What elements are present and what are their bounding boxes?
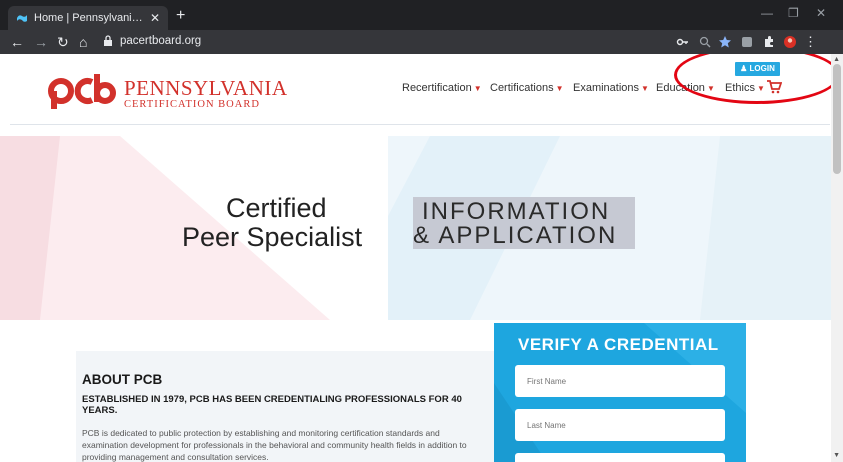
minimize-icon[interactable]: — <box>761 6 773 20</box>
caret-down-icon: ▼ <box>473 84 482 93</box>
about-body: PCB is dedicated to public protection by… <box>82 428 467 462</box>
zoom-icon[interactable] <box>698 35 712 49</box>
reload-icon[interactable]: ↻ <box>57 33 69 51</box>
logo-subtitle[interactable]: CERTIFICATION BOARD <box>124 99 260 110</box>
caret-down-icon: ▼ <box>555 84 564 93</box>
key-icon[interactable] <box>676 35 690 49</box>
browser-tab[interactable]: Home | Pennsylvania Certification ✕ <box>8 6 168 30</box>
browser-menu-icon[interactable]: ⋮ <box>804 33 817 51</box>
nav-recertification[interactable]: Recertification ▼ <box>402 82 482 94</box>
address-bar[interactable]: pacertboard.org <box>120 35 201 47</box>
new-tab-icon[interactable]: + <box>176 6 185 26</box>
hero-badge-line1: INFORMATION <box>422 198 611 225</box>
nav-examinations[interactable]: Examinations ▼ <box>573 82 649 94</box>
credential-field[interactable] <box>515 453 725 462</box>
tab-title: Home | Pennsylvania Certification <box>34 12 144 24</box>
hero-banner[interactable]: Certified Peer Specialist INFORMATION & … <box>0 136 831 320</box>
puzzle-extensions-icon[interactable] <box>762 35 776 49</box>
nav-certifications[interactable]: Certifications ▼ <box>490 82 564 94</box>
back-icon[interactable]: ← <box>10 33 24 51</box>
browser-tab-bar: Home | Pennsylvania Certification ✕ + — … <box>0 0 843 30</box>
close-window-icon[interactable]: ✕ <box>816 6 826 20</box>
pcb-logo-icon[interactable] <box>48 72 120 110</box>
scroll-down-icon[interactable]: ▼ <box>833 452 840 459</box>
scroll-up-icon[interactable]: ▲ <box>833 56 840 63</box>
forward-icon[interactable]: → <box>34 33 48 51</box>
last-name-field[interactable] <box>515 409 725 441</box>
restore-icon[interactable]: ❐ <box>788 6 799 20</box>
about-title: ABOUT PCB <box>82 372 163 387</box>
tab-close-icon[interactable]: ✕ <box>150 11 160 25</box>
scrollbar-thumb[interactable] <box>833 64 841 174</box>
home-icon[interactable]: ⌂ <box>79 33 87 51</box>
bookmark-star-icon[interactable] <box>718 35 732 49</box>
extension-icon[interactable] <box>740 35 754 49</box>
first-name-field[interactable] <box>515 365 725 397</box>
hero-title-line1: Certified <box>226 193 327 223</box>
profile-avatar-icon[interactable] <box>783 35 797 49</box>
caret-down-icon: ▼ <box>641 84 649 93</box>
nav-label: Recertification <box>402 82 472 94</box>
annotation-circle <box>674 54 840 104</box>
web-page: PENNSYLVANIA CERTIFICATION BOARD ♟ LOGIN… <box>0 54 843 462</box>
nav-label: Certifications <box>490 82 554 94</box>
hero-title-line2: Peer Specialist <box>182 222 363 252</box>
header-divider <box>10 124 830 125</box>
nav-label: Examinations <box>573 82 640 94</box>
verify-title: VERIFY A CREDENTIAL <box>518 335 719 354</box>
verify-credential-panel: VERIFY A CREDENTIAL <box>494 323 746 462</box>
site-favicon-icon <box>17 15 27 22</box>
hero-badge-line2: & APPLICATION <box>413 222 618 249</box>
about-subtitle: ESTABLISHED IN 1979, PCB HAS BEEN CREDEN… <box>82 394 462 416</box>
lock-icon[interactable] <box>103 35 113 47</box>
browser-toolbar: ← → ↻ ⌂ pacertboard.org ⋮ <box>0 30 843 54</box>
logo-name[interactable]: PENNSYLVANIA <box>124 76 288 101</box>
